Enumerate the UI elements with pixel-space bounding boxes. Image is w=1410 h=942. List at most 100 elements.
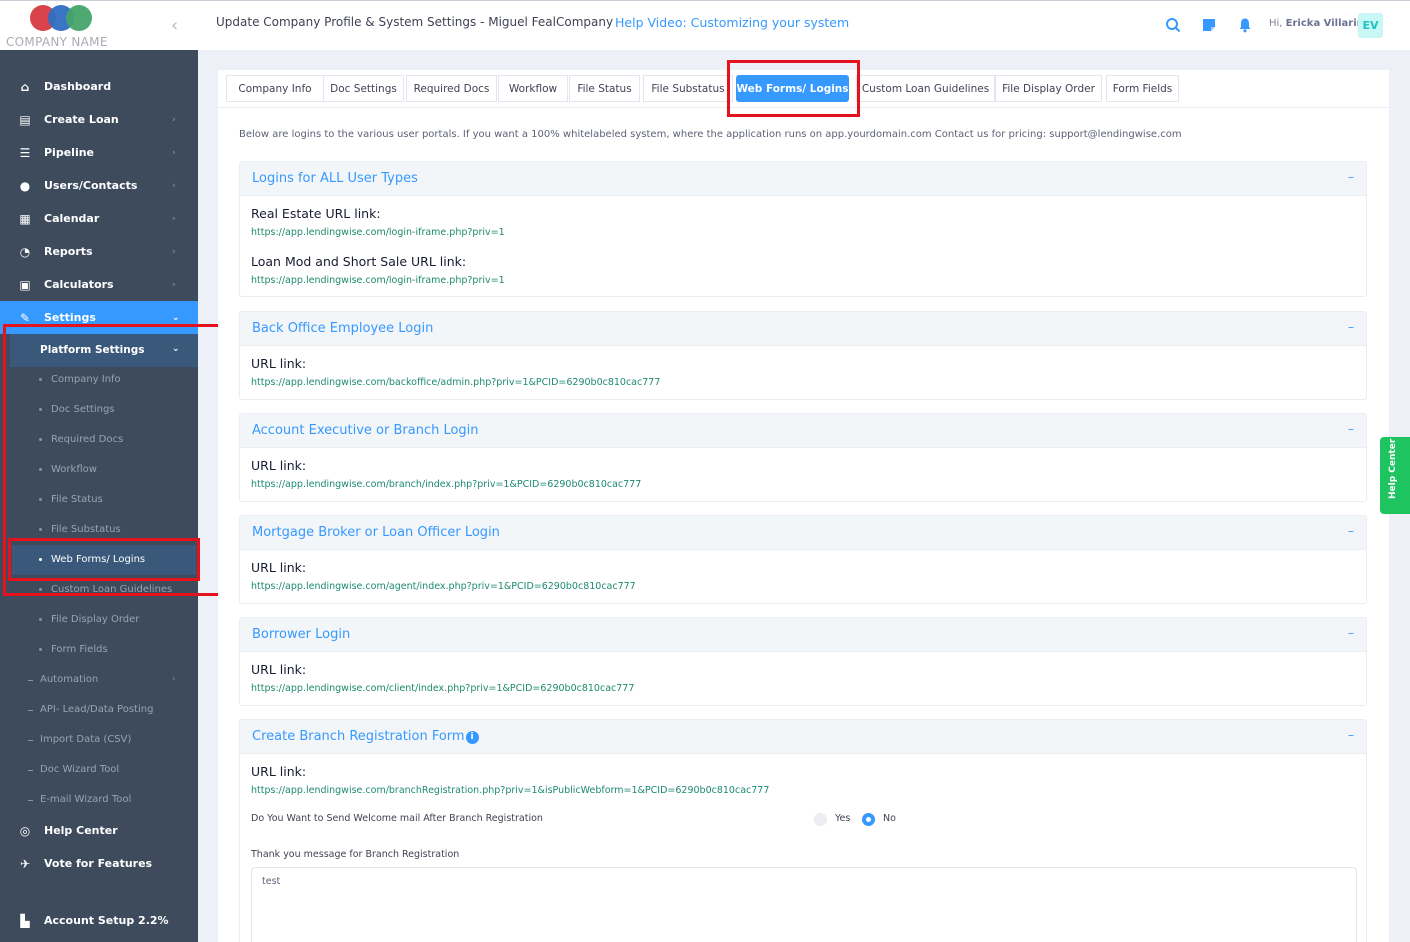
sidebar-item-pipeline[interactable]: ☰ Pipeline › (0, 136, 198, 169)
notes-icon[interactable] (1201, 17, 1217, 33)
real-estate-url[interactable]: https://app.lendingwise.com/login-iframe… (251, 227, 505, 238)
tab-required-docs[interactable]: Required Docs (406, 75, 497, 102)
section-header[interactable]: Borrower Login – (240, 618, 1366, 652)
section-title: Back Office Employee Login (252, 321, 434, 336)
chevron-down-icon: ⌄ (172, 344, 180, 354)
section-title: Logins for ALL User Types (252, 171, 418, 186)
help-circle-icon: ◎ (19, 823, 31, 838)
company-logo[interactable] (30, 5, 96, 33)
sidebar-item-help-center[interactable]: ◎ Help Center (0, 814, 198, 847)
avatar[interactable]: EV (1358, 13, 1383, 38)
sidebar-subitem-automation[interactable]: Automation › (0, 665, 198, 695)
tab-form-fields[interactable]: Form Fields (1106, 75, 1179, 102)
tab-web-forms-logins[interactable]: Web Forms/ Logins (736, 75, 849, 102)
search-icon[interactable] (1165, 17, 1181, 33)
tab-company-info[interactable]: Company Info (226, 75, 324, 102)
broker-url[interactable]: https://app.lendingwise.com/agent/index.… (251, 581, 636, 592)
tab-file-display-order[interactable]: File Display Order (995, 75, 1102, 102)
section-header[interactable]: Account Executive or Branch Login – (240, 414, 1366, 448)
sidebar-item-dashboard[interactable]: ⌂ Dashboard (0, 70, 198, 103)
wrench-icon: ✎ (19, 310, 31, 325)
sidebar-item-create-loan[interactable]: ▤ Create Loan › (0, 103, 198, 136)
sidebar-subitem-doc-wizard-tool[interactable]: Doc Wizard Tool (0, 755, 198, 785)
tab-custom-loan-guidelines[interactable]: Custom Loan Guidelines (856, 75, 995, 102)
sidebar-item-settings[interactable]: ✎ Settings ⌄ (0, 301, 198, 334)
page-title: Update Company Profile & System Settings… (216, 15, 614, 29)
user-icon: ● (19, 178, 31, 193)
chevron-right-icon: › (172, 180, 176, 191)
user-name: Ericka Villarin (1285, 18, 1364, 29)
collapse-icon[interactable]: – (1348, 422, 1354, 436)
collapse-icon[interactable]: – (1348, 170, 1354, 184)
section-header[interactable]: Logins for ALL User Types – (240, 162, 1366, 196)
collapse-icon[interactable]: – (1348, 524, 1354, 538)
borrower-url[interactable]: https://app.lendingwise.com/client/index… (251, 683, 634, 694)
sidebar-subitem-import-data[interactable]: Import Data (CSV) (0, 725, 198, 755)
chevron-right-icon: › (172, 279, 176, 290)
real-estate-label: Real Estate URL link: (251, 206, 381, 221)
loan-mod-url[interactable]: https://app.lendingwise.com/login-iframe… (251, 275, 505, 286)
sidebar-subitem-api-lead-data-posting[interactable]: API- Lead/Data Posting (0, 695, 198, 725)
branch-registration-url[interactable]: https://app.lendingwise.com/branchRegist… (251, 785, 769, 796)
section-title: Borrower Login (252, 627, 351, 642)
sidebar-item-account-setup[interactable]: ▙ Account Setup 2.2% (0, 904, 198, 937)
sidebar-subitem-required-docs[interactable]: Required Docs (0, 425, 198, 455)
yes-label: Yes (835, 813, 851, 824)
url-link-label: URL link: (251, 764, 307, 779)
sidebar-item-vote-for-features[interactable]: ✈ Vote for Features (0, 847, 198, 880)
bell-icon[interactable] (1237, 17, 1253, 33)
url-link-label: URL link: (251, 458, 307, 473)
chevron-right-icon: › (172, 246, 176, 257)
sidebar-subitem-file-display-order[interactable]: File Display Order (0, 605, 198, 635)
collapse-sidebar-icon[interactable]: ‹ (171, 17, 185, 35)
sidebar-subitem-file-status[interactable]: File Status (0, 485, 198, 515)
section-broker-login: Mortgage Broker or Loan Officer Login – … (239, 515, 1367, 604)
collapse-icon[interactable]: – (1348, 626, 1354, 640)
chevron-down-icon: ⌄ (172, 312, 180, 323)
tab-file-substatus[interactable]: File Substatus (643, 75, 733, 102)
url-link-label: URL link: (251, 560, 307, 575)
sidebar-subitem-email-wizard-tool[interactable]: E-mail Wizard Tool (0, 785, 198, 815)
sidebar-item-reports[interactable]: ◔ Reports › (0, 235, 198, 268)
url-link-label: URL link: (251, 662, 307, 677)
info-icon[interactable]: i (465, 731, 479, 744)
welcome-mail-yes-radio[interactable] (814, 813, 827, 826)
sidebar-item-users-contacts[interactable]: ● Users/Contacts › (0, 169, 198, 202)
chart-icon: ◔ (19, 244, 31, 259)
welcome-mail-no-radio[interactable] (862, 813, 875, 826)
tab-doc-settings[interactable]: Doc Settings (323, 75, 404, 102)
chevron-right-icon: › (172, 213, 176, 224)
sidebar-item-calendar[interactable]: ▦ Calendar › (0, 202, 198, 235)
setup-icon: ▙ (20, 913, 30, 928)
help-video-link[interactable]: Help Video: Customizing your system (615, 15, 849, 30)
section-header[interactable]: Back Office Employee Login – (240, 312, 1366, 346)
company-name: COMPANY NAME (6, 35, 108, 49)
user-greeting[interactable]: Hi, Ericka Villarin (1269, 18, 1364, 29)
sidebar-subitem-custom-loan-guidelines[interactable]: Custom Loan Guidelines (0, 575, 198, 605)
collapse-icon[interactable]: – (1348, 728, 1354, 742)
tab-workflow[interactable]: Workflow (498, 75, 568, 102)
section-header[interactable]: Create Branch Registration Form i – (240, 720, 1366, 754)
back-office-url[interactable]: https://app.lendingwise.com/backoffice/a… (251, 377, 660, 388)
chevron-right-icon: › (172, 114, 176, 125)
sidebar-subitem-web-forms-logins[interactable]: Web Forms/ Logins (12, 545, 196, 575)
section-title: Mortgage Broker or Loan Officer Login (252, 525, 500, 540)
help-center-tab[interactable]: Help Center (1380, 437, 1410, 514)
sidebar-subitem-form-fields[interactable]: Form Fields (0, 635, 198, 665)
welcome-mail-question: Do You Want to Send Welcome mail After B… (251, 813, 543, 824)
sidebar: COMPANY NAME ‹ ⌂ Dashboard ▤ Create Loan… (0, 0, 198, 942)
section-branch-registration-form: Create Branch Registration Form i – URL l… (239, 719, 1367, 942)
sidebar-item-calculators[interactable]: ▣ Calculators › (0, 268, 198, 301)
collapse-icon[interactable]: – (1348, 320, 1354, 334)
sidebar-subitem-company-info[interactable]: Company Info (0, 365, 198, 395)
settings-card: Company Info Doc Settings Required Docs … (218, 70, 1389, 942)
tab-file-status[interactable]: File Status (569, 75, 640, 102)
sidebar-subitem-file-substatus[interactable]: File Substatus (0, 515, 198, 545)
thank-you-message-textarea[interactable]: test (251, 867, 1357, 942)
sidebar-subitem-doc-settings[interactable]: Doc Settings (0, 395, 198, 425)
file-icon: ▤ (19, 112, 31, 127)
branch-url[interactable]: https://app.lendingwise.com/branch/index… (251, 479, 641, 490)
sidebar-item-platform-settings[interactable]: Platform Settings ⌄ (10, 334, 198, 367)
section-header[interactable]: Mortgage Broker or Loan Officer Login – (240, 516, 1366, 550)
sidebar-subitem-workflow[interactable]: Workflow (0, 455, 198, 485)
